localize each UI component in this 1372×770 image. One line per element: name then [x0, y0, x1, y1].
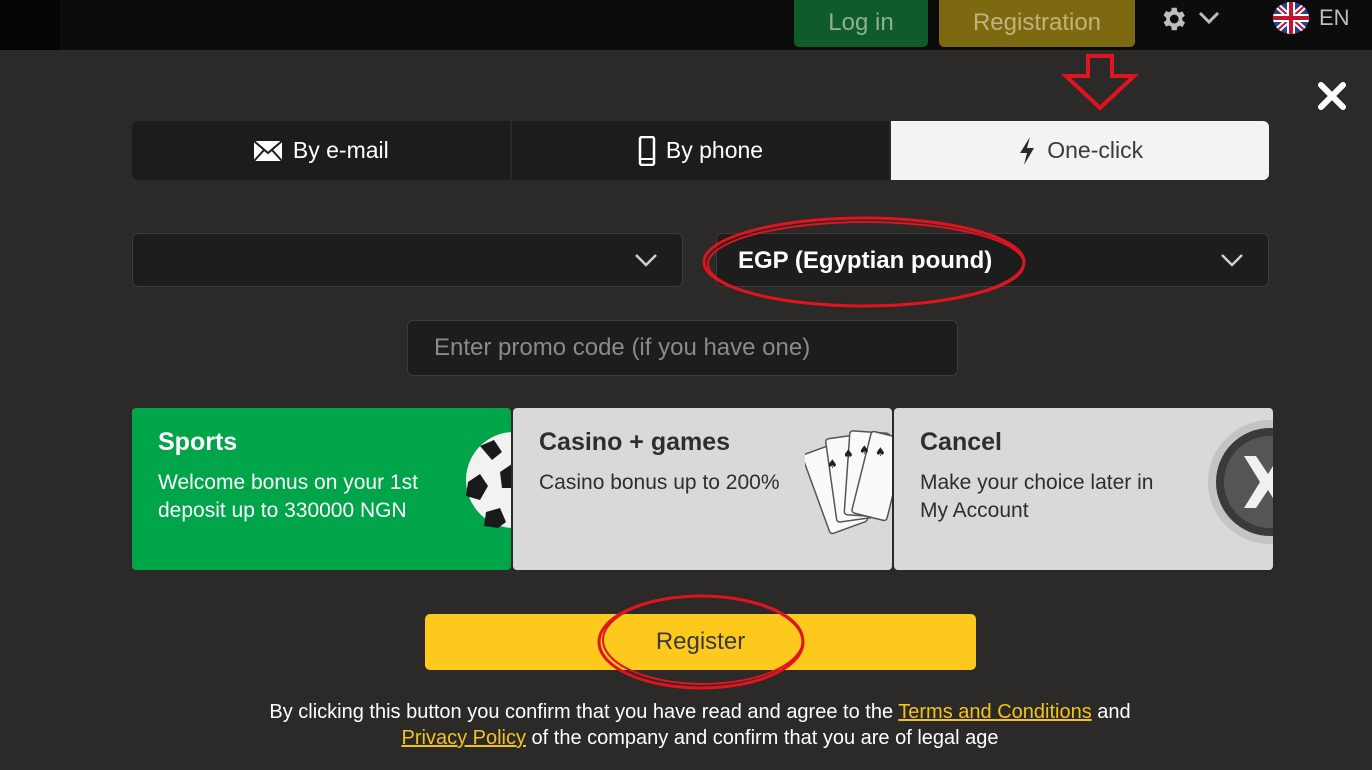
- svg-text:♠: ♠: [875, 445, 886, 459]
- privacy-policy-link[interactable]: Privacy Policy: [402, 727, 526, 749]
- chevron-down-icon: [635, 254, 657, 267]
- terms-and-conditions-link[interactable]: Terms and Conditions: [898, 701, 1091, 723]
- bonus-card-sports[interactable]: Sports Welcome bonus on your 1st deposit…: [132, 408, 511, 570]
- tab-one-click-label: One-click: [1047, 137, 1144, 163]
- terms-notice: By clicking this button you confirm that…: [190, 699, 1210, 751]
- phone-icon: [638, 135, 656, 166]
- annotation-arrow-icon: [1060, 54, 1140, 111]
- uk-flag-icon[interactable]: [1273, 2, 1309, 34]
- tab-phone[interactable]: By phone: [511, 121, 890, 180]
- terms-suffix: of the company and confirm that you are …: [531, 727, 999, 749]
- login-button[interactable]: Log in: [794, 0, 928, 47]
- chevron-down-icon: [1221, 254, 1243, 267]
- gear-icon[interactable]: [1158, 4, 1188, 34]
- svg-text:♠: ♠: [827, 457, 838, 471]
- registration-method-tabs: By e-mail By phone One-click: [132, 121, 1270, 180]
- top-bar-edge: [0, 0, 60, 50]
- language-selector[interactable]: EN: [1319, 5, 1350, 31]
- terms-prefix: By clicking this button you confirm that…: [269, 701, 894, 723]
- cancel-x-icon: [1208, 420, 1273, 544]
- currency-select[interactable]: EGP (Egyptian pound): [716, 233, 1269, 287]
- registration-button[interactable]: Registration: [939, 0, 1135, 47]
- terms-and: and: [1097, 701, 1131, 723]
- register-button[interactable]: Register: [425, 614, 976, 670]
- close-icon[interactable]: [1316, 80, 1348, 112]
- lightning-icon: [1020, 136, 1035, 165]
- bonus-card-description: Casino bonus up to 200%: [539, 471, 780, 494]
- tab-email[interactable]: By e-mail: [132, 121, 510, 180]
- tab-email-label: By e-mail: [292, 137, 389, 163]
- promo-code-input[interactable]: [407, 320, 958, 376]
- tab-phone-label: By phone: [665, 137, 764, 163]
- currency-select-value: EGP (Egyptian pound): [738, 247, 993, 274]
- country-select[interactable]: [132, 233, 683, 287]
- playing-cards-icon: ♠ ♠ ♠ ♠: [805, 430, 892, 535]
- tab-one-click[interactable]: One-click: [891, 121, 1270, 180]
- svg-text:♠: ♠: [859, 443, 870, 457]
- bonus-card-cancel[interactable]: Cancel Make your choice later in My Acco…: [894, 408, 1273, 570]
- envelope-icon: [253, 139, 283, 162]
- soccer-ball-icon: [466, 432, 511, 528]
- bonus-card-casino[interactable]: Casino + games Casino bonus up to 200% ♠…: [513, 408, 892, 570]
- bonus-card-description: Welcome bonus on your 1st deposit up to …: [158, 471, 418, 522]
- svg-text:♠: ♠: [843, 447, 854, 461]
- chevron-down-icon[interactable]: [1198, 10, 1220, 26]
- bonus-card-description: Make your choice later in My Account: [920, 471, 1154, 522]
